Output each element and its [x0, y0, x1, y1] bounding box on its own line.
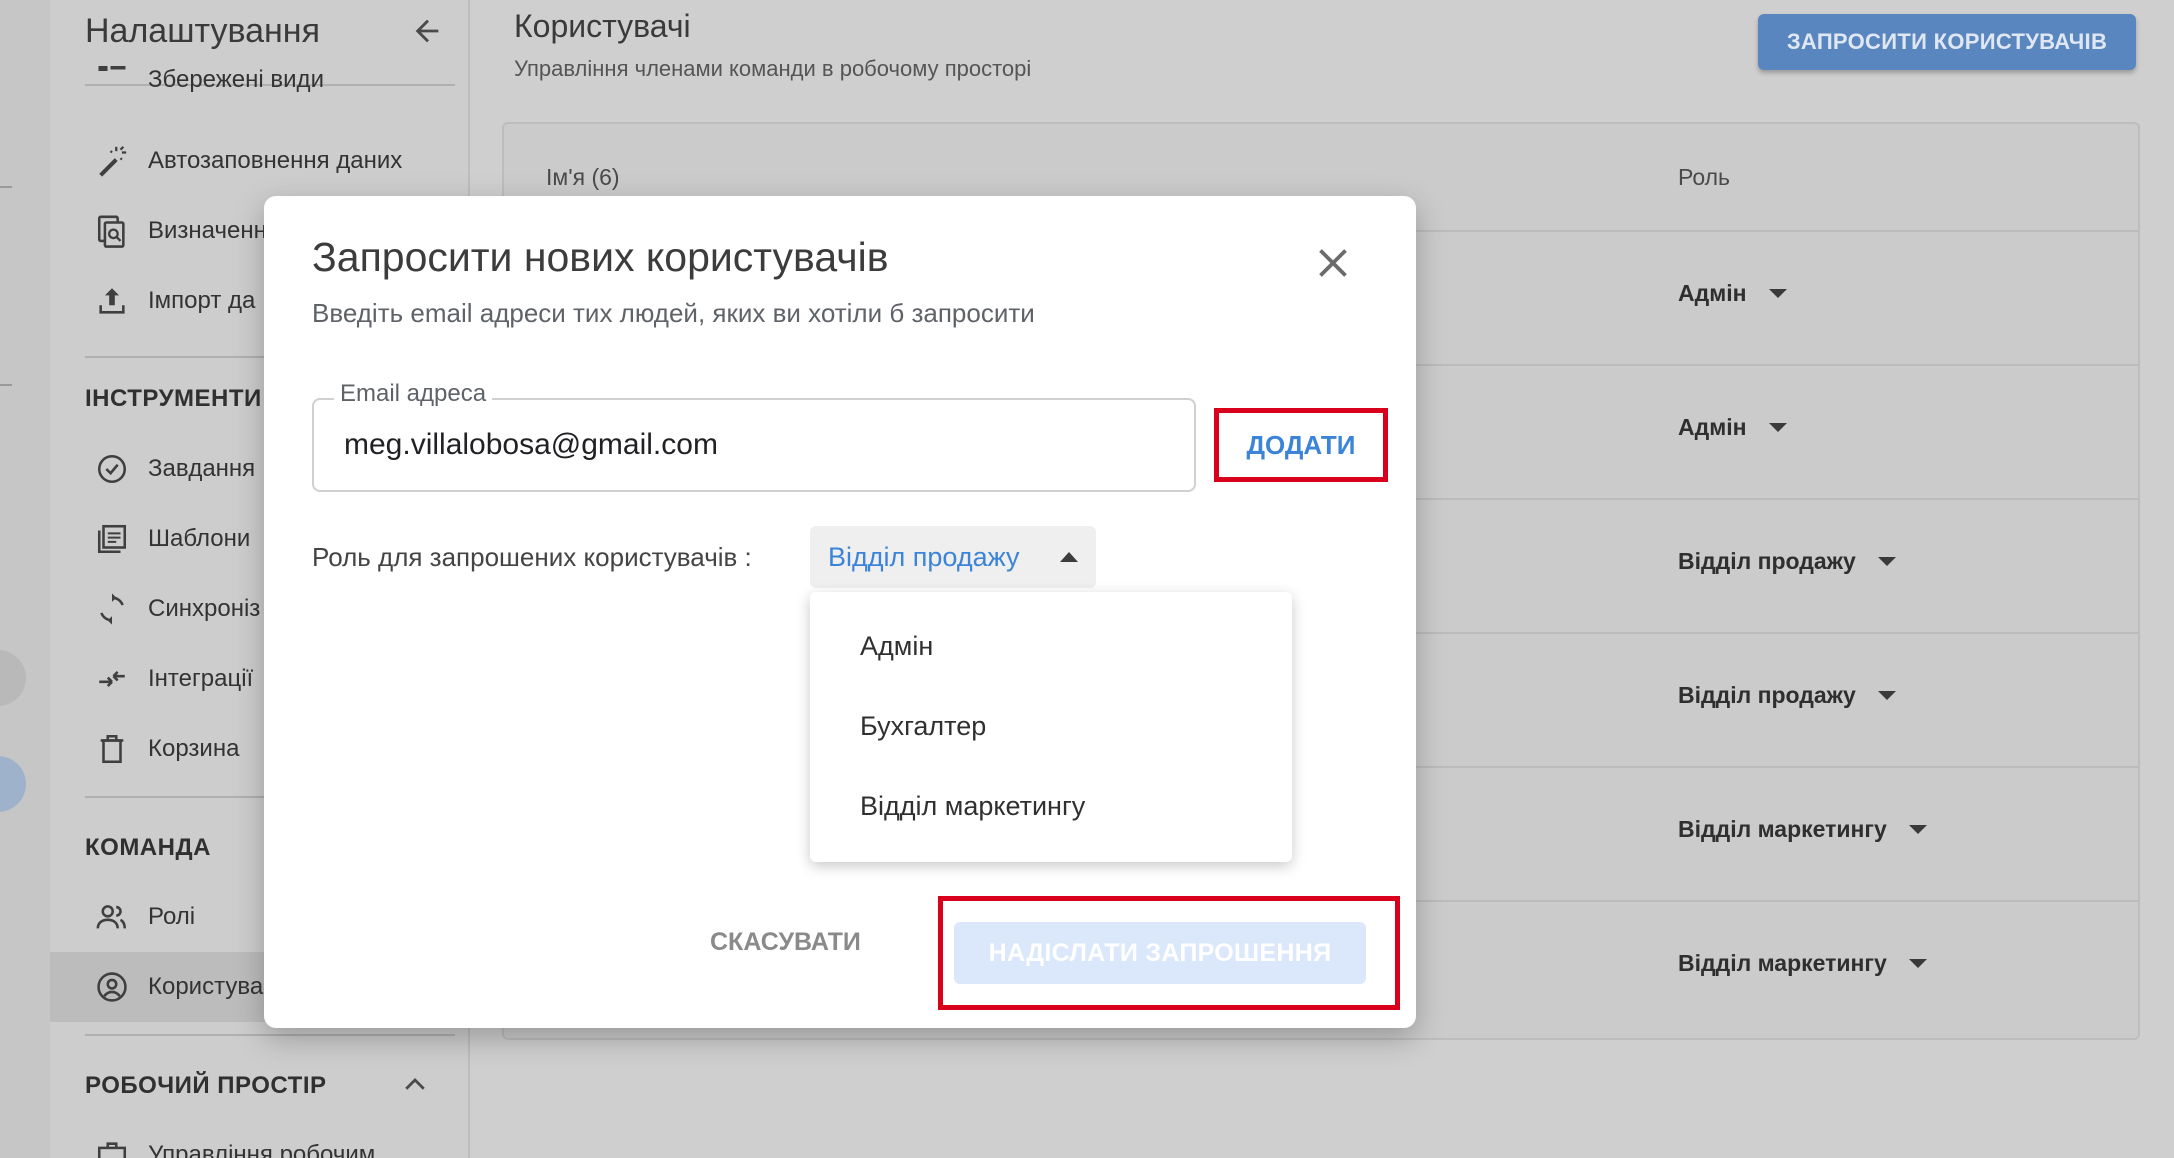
sidebar-item-label: Автозаповнення даних — [148, 147, 403, 174]
sidebar-item-sync[interactable]: Синхроніз — [92, 584, 260, 634]
dialog-title: Запросити нових користувачів — [312, 234, 889, 280]
invite-users-dialog: Запросити нових користувачів Введіть ema… — [264, 196, 1416, 1028]
caret-down-icon — [1877, 691, 1896, 700]
roles-icon — [92, 897, 132, 937]
role-option-admin[interactable]: Адмін — [810, 606, 1292, 686]
role-select[interactable]: Адмін — [1678, 414, 1787, 441]
dialog-subtitle: Введіть email адреси тих людей, яких ви … — [312, 298, 1035, 328]
caret-up-icon — [1060, 552, 1078, 562]
cancel-button[interactable]: СКАСУВАТИ — [700, 912, 871, 972]
role-value: Відділ маркетингу — [1678, 816, 1887, 842]
send-invitations-button[interactable]: НАДІСЛАТИ ЗАПРОШЕННЯ — [954, 922, 1366, 984]
sidebar-item-integrations[interactable]: Інтеграції — [92, 654, 253, 704]
role-value: Відділ продажу — [1678, 548, 1856, 574]
invite-users-button[interactable]: ЗАПРОСИТИ КОРИСТУВАЧІВ — [1758, 14, 2136, 70]
sidebar-item-roles[interactable]: Ролі — [92, 892, 195, 942]
email-input[interactable] — [344, 422, 1174, 468]
upload-icon — [92, 281, 132, 321]
sidebar-item-label: Збережені види — [148, 66, 324, 93]
sidebar-item-definitions[interactable]: Визначенн — [92, 206, 267, 256]
sidebar-item-label: Ролі — [148, 903, 196, 930]
role-value: Відділ маркетингу — [1678, 950, 1887, 976]
role-option-marketing[interactable]: Відділ маркетингу — [810, 766, 1292, 846]
close-icon — [1319, 249, 1347, 277]
sync-icon — [92, 589, 132, 629]
rail-avatar-active[interactable] — [0, 756, 26, 812]
chevron-up-icon — [405, 1078, 425, 1090]
user-circle-icon — [92, 967, 132, 1007]
email-field-label: Email адреса — [334, 380, 493, 408]
role-selected-value: Відділ продажу — [828, 541, 1020, 572]
sidebar-item-label: Управління робочим — [148, 1141, 376, 1158]
sidebar-item-label: Синхроніз — [148, 595, 261, 622]
saved-views-icon — [92, 66, 132, 94]
role-value: Адмін — [1678, 280, 1747, 306]
caret-down-icon — [1908, 825, 1927, 834]
close-dialog-button[interactable] — [1308, 238, 1358, 288]
rail-divider — [0, 186, 12, 188]
sidebar-item-users[interactable]: Користува — [92, 962, 263, 1012]
role-value: Відділ продажу — [1678, 682, 1856, 708]
sidebar-section-tools: ІНСТРУМЕНТИ — [85, 385, 262, 412]
email-field: Email адреса — [312, 380, 1196, 492]
sidebar-section-workspace: РОБОЧИЙ ПРОСТІР — [85, 1072, 327, 1099]
briefcase-icon — [92, 1135, 132, 1158]
trash-icon — [92, 729, 132, 769]
role-value: Адмін — [1678, 414, 1747, 440]
role-select[interactable]: Адмін — [1678, 280, 1787, 307]
rail-divider — [0, 384, 12, 386]
role-select[interactable]: Відділ продажу — [1678, 682, 1896, 709]
add-email-button[interactable]: ДОДАТИ — [1219, 413, 1383, 477]
sidebar-item-label: Імпорт да — [148, 287, 256, 314]
sidebar-item-tasks[interactable]: Завдання — [92, 444, 255, 494]
sidebar-item-autofill[interactable]: Автозаповнення даних — [92, 136, 402, 186]
caret-down-icon — [1768, 423, 1787, 432]
sidebar-item-label: Шаблони — [148, 525, 251, 552]
sidebar-item-label: Визначенн — [148, 217, 267, 244]
check-circle-icon — [92, 449, 132, 489]
collapse-sidebar-button[interactable] — [410, 14, 444, 57]
sidebar-item-workspace-management[interactable]: Управління робочим — [92, 1130, 375, 1158]
column-header-role: Роль — [1678, 164, 1731, 190]
template-icon — [92, 519, 132, 559]
sidebar-section-team: КОМАНДА — [85, 834, 211, 861]
sidebar-item-label: Завдання — [148, 455, 256, 482]
column-header-name[interactable]: Ім'я (6) — [546, 164, 620, 191]
left-rail — [0, 0, 50, 1158]
page-title: Користувачі — [514, 8, 691, 44]
rail-avatar[interactable] — [0, 650, 26, 706]
caret-down-icon — [1768, 289, 1787, 298]
sidebar-item-import[interactable]: Імпорт да — [92, 276, 255, 326]
magic-wand-icon — [92, 141, 132, 181]
role-label: Роль для запрошених користувачів : — [312, 542, 752, 572]
sidebar-item-trash[interactable]: Корзина — [92, 724, 239, 774]
role-select[interactable]: Відділ маркетингу — [1678, 816, 1927, 843]
sidebar-item-label: Інтеграції — [148, 665, 254, 692]
caret-down-icon — [1877, 557, 1896, 566]
caret-down-icon — [1908, 959, 1927, 968]
sidebar-divider — [85, 1034, 455, 1036]
sidebar-item-label: Корзина — [148, 735, 240, 762]
role-select[interactable]: Відділ маркетингу — [1678, 950, 1927, 977]
integration-icon — [92, 659, 132, 699]
invited-role-select[interactable]: Відділ продажу — [810, 526, 1096, 588]
sidebar-title: Налаштування — [85, 12, 320, 50]
role-select[interactable]: Відділ продажу — [1678, 548, 1896, 575]
sidebar-item-label: Користува — [148, 973, 264, 1000]
workspace-collapse-toggle[interactable] — [400, 1070, 430, 1105]
role-dropdown-menu: Адмін Бухгалтер Відділ маркетингу — [810, 592, 1292, 862]
role-option-accountant[interactable]: Бухгалтер — [810, 686, 1292, 766]
page-subtitle: Управління членами команди в робочому пр… — [514, 56, 1032, 81]
sidebar-item-templates[interactable]: Шаблони — [92, 514, 250, 564]
sidebar-item-saved-views[interactable]: Збережені види — [92, 66, 324, 94]
definitions-icon — [92, 211, 132, 251]
arrow-left-icon — [415, 19, 439, 43]
